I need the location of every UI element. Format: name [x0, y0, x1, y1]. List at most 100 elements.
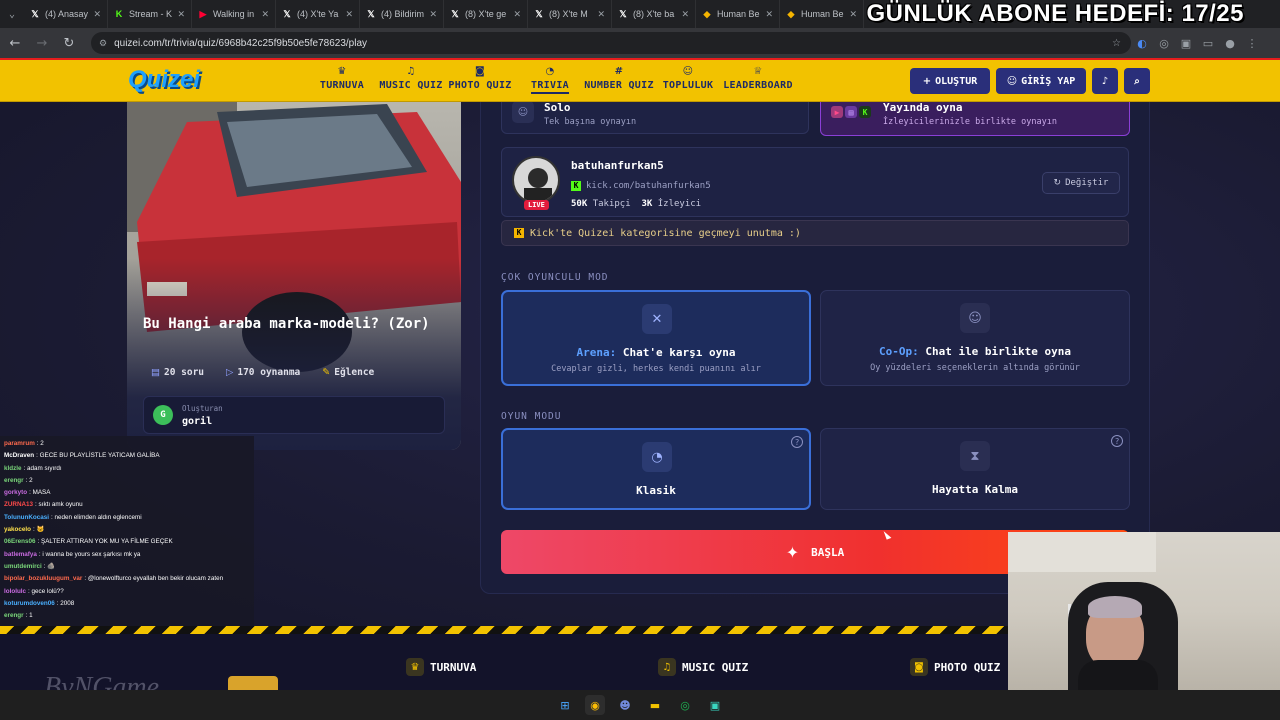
chrome-icon[interactable]: ◉: [585, 695, 605, 715]
footer-link-turnuva[interactable]: ♛ TURNUVA: [406, 658, 476, 676]
streamer-card: LIVE batuhanfurkan5 Kkick.com/batuhanfur…: [501, 147, 1129, 217]
play-count: ▷ 170 oynanma: [226, 367, 300, 378]
close-tab-icon[interactable]: ✕: [261, 9, 269, 20]
nav-item-leaderboard[interactable]: ♕ LEADERBOARD: [723, 66, 793, 91]
chat-username: kldzle: [4, 464, 22, 472]
chat-message: umutdemirci: 🪨: [4, 561, 250, 573]
nav-item-music-quiz[interactable]: ♫ MUSIC QUIZ: [379, 66, 442, 91]
chat-message: erengr: 2: [4, 475, 250, 487]
browser-tab[interactable]: 𝕏 (4) Bildirim ✕: [360, 0, 444, 28]
arena-title: Arena: Chat'e karşı oyna: [503, 346, 809, 359]
chat-text: : GECE BU PLAYLİSTLE YATICAM GALİBA: [36, 452, 160, 460]
coop-subtitle: Oy yüzdeleri seçeneklerin altında görünü…: [870, 363, 1080, 373]
back-icon[interactable]: ←: [3, 31, 27, 55]
x-icon: 𝕏: [619, 8, 627, 19]
app-icon[interactable]: ▣: [705, 695, 725, 715]
solo-mode-card[interactable]: ☺ Solo Tek başına oynayın: [501, 102, 809, 134]
browser-tab[interactable]: ◆ Human Be ✕: [780, 0, 864, 28]
x-icon: 𝕏: [367, 8, 375, 19]
footer-link-music-quiz[interactable]: ♫ MUSIC QUIZ: [658, 658, 748, 676]
close-tab-icon[interactable]: ✕: [849, 9, 857, 20]
chat-text: : 1: [25, 612, 33, 620]
footer-link-photo-quiz[interactable]: ◙ PHOTO QUIZ: [910, 658, 1000, 676]
extensions-puzzle-icon[interactable]: ▣: [1175, 32, 1197, 54]
browser-tab[interactable]: 𝕏 (8) X'te ge ✕: [444, 0, 528, 28]
coop-title-text: Chat ile birlikte oyna: [925, 345, 1072, 358]
browser-tab[interactable]: ▶ Walking in ✕: [192, 0, 276, 28]
nav-item-number-quiz[interactable]: # NUMBER QUIZ: [584, 66, 654, 91]
chat-message: paramrum: 2: [4, 438, 250, 450]
close-tab-icon[interactable]: ✕: [177, 9, 185, 20]
help-icon[interactable]: ?: [791, 436, 803, 448]
address-bar: ← → ↻ ⚙ quizei.com/tr/trivia/quiz/6968b4…: [0, 28, 1280, 58]
file-explorer-icon[interactable]: ▬: [645, 695, 665, 715]
browser-menu-icon[interactable]: ⋮: [1241, 32, 1263, 54]
forward-icon[interactable]: →: [30, 31, 54, 55]
nav-item-topluluk[interactable]: ☺ TOPLULUK: [663, 66, 714, 91]
chat-username: erengr: [4, 612, 24, 620]
browser-tab[interactable]: K Stream - K ✕: [108, 0, 192, 28]
spotify-icon[interactable]: ◎: [675, 695, 695, 715]
user-icon: ☺: [512, 102, 534, 123]
windows-start-icon[interactable]: ⊞: [555, 695, 575, 715]
site-info-icon[interactable]: ⚙: [99, 38, 107, 49]
chat-username: gorkyto: [4, 489, 28, 497]
chat-text: : 🐱: [32, 526, 45, 534]
play-icon: ▷: [226, 367, 234, 378]
help-icon[interactable]: ?: [1111, 435, 1123, 447]
close-tab-icon[interactable]: ✕: [513, 9, 521, 20]
extension-icon[interactable]: ◐: [1131, 32, 1153, 54]
chat-text: : MASA: [29, 489, 51, 497]
nav-item-photo-quiz[interactable]: ◙ PHOTO QUIZ: [448, 66, 511, 91]
chat-username: TolununKocasi: [4, 513, 50, 521]
browser-tab[interactable]: 𝕏 (8) X'te ba ✕: [612, 0, 696, 28]
chat-message: TolununKocasi: neden elimden aldın eglen…: [4, 512, 250, 524]
create-button[interactable]: + OLUŞTUR: [910, 68, 990, 94]
category-tag[interactable]: ✎ Eğlence: [322, 367, 374, 378]
close-tab-icon[interactable]: ✕: [345, 9, 353, 20]
tab-search-icon[interactable]: ⌄: [0, 0, 24, 28]
browser-tab[interactable]: 𝕏 (8) X'te M ✕: [528, 0, 612, 28]
search-button[interactable]: ⌕: [1124, 68, 1150, 94]
kick-icon: K: [571, 181, 581, 191]
survival-mode-card[interactable]: ? ⧗ Hayatta Kalma: [820, 428, 1130, 510]
nav-item-turnuva[interactable]: ♛ TURNUVA: [320, 66, 364, 91]
profile-avatar[interactable]: ●: [1219, 32, 1241, 54]
close-tab-icon[interactable]: ✕: [429, 9, 437, 20]
close-tab-icon[interactable]: ✕: [597, 9, 605, 20]
browser-tab[interactable]: 𝕏 (4) Anasay ✕: [24, 0, 108, 28]
arena-mode-card[interactable]: ✕ Arena: Chat'e karşı oyna Cevaplar gizl…: [501, 290, 811, 386]
extension-icon[interactable]: ◎: [1153, 32, 1175, 54]
creator-box[interactable]: G Oluşturan goril: [143, 396, 445, 434]
tab-title: Stream - K: [129, 9, 173, 19]
browser-tab[interactable]: 𝕏 (4) X'te Ya ✕: [276, 0, 360, 28]
streamer-body: [1078, 660, 1158, 690]
sidepanel-icon[interactable]: ▭: [1197, 32, 1219, 54]
login-button[interactable]: ☺ GİRİŞ YAP: [996, 68, 1086, 94]
notifications-button[interactable]: ♪: [1092, 68, 1118, 94]
streamer-hair: [1088, 596, 1142, 618]
coop-mode-card[interactable]: ☺ Co-Op: Chat ile birlikte oyna Oy yüzde…: [820, 290, 1130, 386]
play-count-text: 170 oynanma: [237, 367, 301, 378]
close-tab-icon[interactable]: ✕: [93, 9, 101, 20]
x-icon: 𝕏: [535, 8, 543, 19]
create-label: OLUŞTUR: [935, 75, 978, 87]
reload-icon[interactable]: ↻: [57, 31, 81, 55]
change-streamer-button[interactable]: ↻ Değiştir: [1042, 172, 1120, 194]
browser-tab[interactable]: ◆ Human Be ✕: [696, 0, 780, 28]
streamer-channel[interactable]: Kkick.com/batuhanfurkan5: [571, 181, 711, 191]
discord-icon[interactable]: ☻: [615, 695, 635, 715]
music-icon: ♫: [406, 66, 416, 77]
classic-mode-card[interactable]: ? ◔ Klasik: [501, 428, 811, 510]
bookmark-star-icon[interactable]: ☆: [1112, 38, 1121, 49]
url-field[interactable]: ⚙ quizei.com/tr/trivia/quiz/6968b42c25f9…: [91, 32, 1131, 54]
swords-icon: ✕: [642, 304, 672, 334]
close-tab-icon[interactable]: ✕: [765, 9, 773, 20]
trophy-image: [228, 676, 278, 690]
quiz-title: Bu Hangi araba marka-modeli? (Zor): [143, 316, 430, 332]
close-tab-icon[interactable]: ✕: [681, 9, 689, 20]
site-logo[interactable]: Quizei: [128, 66, 200, 94]
tab-title: (4) Anasay: [45, 9, 89, 19]
live-mode-card[interactable]: ▶ ▤ K Yayında oyna İzleyicilerinizle bir…: [820, 102, 1130, 136]
nav-item-trivia[interactable]: ◔ TRIVIA: [531, 66, 569, 94]
